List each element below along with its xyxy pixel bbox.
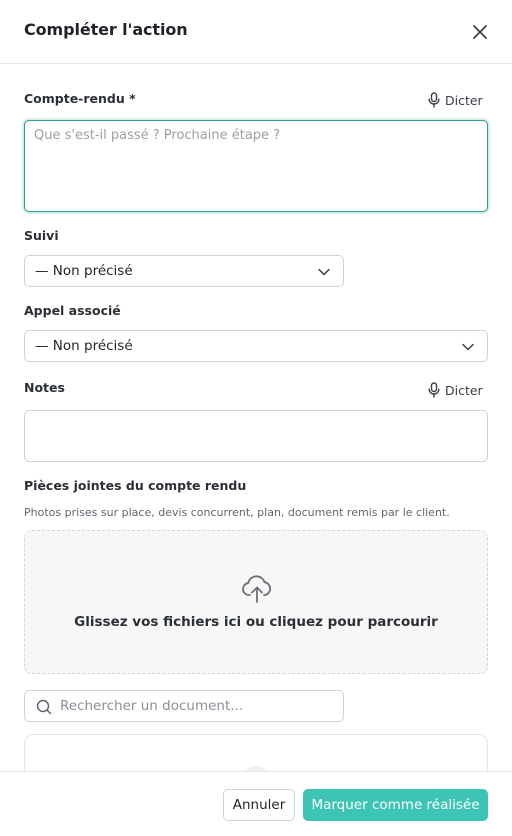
compte-rendu-label: Compte-rendu * (24, 91, 136, 106)
compte-rendu-placeholder: Que s'est-il passé ? Prochaine étape ? (34, 128, 281, 143)
appel-associe-label: Appel associé (24, 303, 121, 318)
attachments-hint: Photos prises sur place, devis concurren… (24, 506, 450, 519)
microphone-icon (428, 382, 440, 398)
appel-selected-value: — Non précisé (35, 338, 133, 354)
complete-action-modal: Compléter l'action Compte-rendu * Dicter… (0, 0, 512, 836)
cloud-upload-icon (242, 575, 272, 603)
close-button[interactable] (468, 20, 492, 44)
dictate-label: Dicter (445, 92, 483, 108)
chevron-down-icon (318, 268, 330, 276)
modal-title: Compléter l'action (24, 20, 188, 39)
document-search-input[interactable]: Rechercher un document... (24, 690, 344, 722)
compte-rendu-textarea[interactable]: Que s'est-il passé ? Prochaine étape ? (24, 120, 488, 212)
microphone-icon (428, 92, 440, 108)
attachments-label: Pièces jointes du compte rendu (24, 478, 247, 493)
notes-label: Notes (24, 380, 65, 395)
dictate-notes-button[interactable]: Dicter (428, 380, 483, 400)
chevron-down-icon (462, 343, 474, 351)
suivi-label: Suivi (24, 228, 59, 243)
dropzone-text: Glissez vos fichiers ici ou cliquez pour… (74, 614, 438, 630)
suivi-select[interactable]: — Non précisé (24, 255, 344, 287)
dictate-label: Dicter (445, 382, 483, 398)
cancel-button[interactable]: Annuler (223, 789, 295, 821)
file-dropzone[interactable]: Glissez vos fichiers ici ou cliquez pour… (24, 530, 488, 674)
search-icon (36, 699, 52, 715)
modal-footer: Annuler Marquer comme réalisée (0, 771, 512, 836)
modal-header: Compléter l'action (0, 0, 512, 64)
close-icon (473, 25, 487, 39)
suivi-selected-value: — Non précisé (35, 263, 133, 279)
mark-as-done-button[interactable]: Marquer comme réalisée (303, 789, 488, 821)
search-placeholder: Rechercher un document... (60, 698, 244, 714)
dictate-compte-rendu-button[interactable]: Dicter (428, 90, 483, 110)
notes-textarea[interactable] (24, 410, 488, 462)
appel-associe-select[interactable]: — Non précisé (24, 330, 488, 362)
